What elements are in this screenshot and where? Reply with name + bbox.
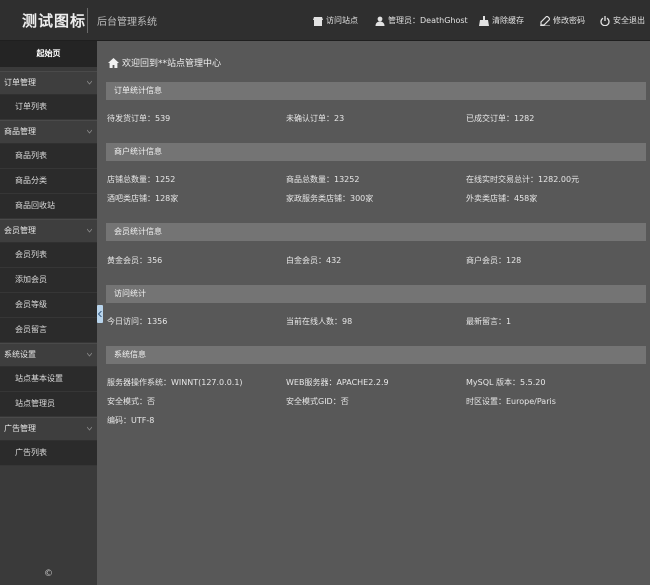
visit-site-label: 访问站点 [326,16,358,25]
stat-platinum-members: 白金会员：432 [286,256,342,265]
stat-latest-messages: 最新留言：1 [466,317,512,326]
power-icon [600,15,610,26]
system-subtitle: 后台管理系统 [97,17,157,28]
change-password-label: 修改密码 [553,16,585,25]
info-safe-mode: 安全模式：否 [107,397,155,406]
stat-gold-members: 黄金会员：356 [107,256,163,265]
sidebar-item-member-level[interactable]: 会员等级 [0,293,97,318]
info-encoding: 编码：UTF-8 [107,416,155,425]
sidebar-group-label: 会员管理 [4,226,36,235]
chevron-icon [87,80,92,85]
welcome-text: 欢迎回到**站点管理中心 [122,59,222,69]
info-mysql-version: MySQL 版本：5.5.20 [466,378,546,387]
sidebar-group-label: 商品管理 [4,127,36,136]
welcome-heading: 欢迎回到**站点管理中心 [108,56,221,69]
sidebar-item-order-list[interactable]: 订单列表 [0,95,97,120]
section-header-visits: 访问统计 [106,285,646,303]
sidebar-item-member-message[interactable]: 会员留言 [0,318,97,343]
stat-realtime-total: 在线实时交易总计：1282.00元 [466,175,580,184]
arrow-left-icon [98,311,102,317]
store-icon [313,16,323,26]
sidebar-group-label: 系统设置 [4,350,36,359]
admin-user-label: 管理员：DeathGhost [388,16,468,25]
sidebar-group-settings[interactable]: 系统设置 [0,343,97,367]
admin-user-link[interactable]: 管理员：DeathGhost [375,0,468,41]
stat-product-count: 商品总数量：13252 [286,175,360,184]
stat-takeout-shops: 外卖类店铺：458家 [466,194,538,203]
user-icon [375,16,385,26]
info-server-os: 服务器操作系统：WINNT(127.0.0.1) [107,378,243,387]
info-timezone: 时区设置：Europe/Paris [466,397,556,406]
change-password-link[interactable]: 修改密码 [540,0,585,41]
stat-bar-shops: 酒吧类店铺：128家 [107,194,179,203]
sidebar-group-members[interactable]: 会员管理 [0,219,97,243]
sidebar-item-product-category[interactable]: 商品分类 [0,169,97,194]
copyright: © [44,569,53,579]
chevron-icon [87,426,92,431]
home-icon [108,57,119,68]
sidebar-item-product-recycle[interactable]: 商品回收站 [0,194,97,219]
logout-button[interactable]: 安全退出 [600,0,645,41]
visit-site-link[interactable]: 访问站点 [313,0,358,41]
stat-today-visits: 今日访问：1356 [107,317,168,326]
sidebar-item-add-member[interactable]: 添加会员 [0,268,97,293]
stat-shop-count: 店铺总数量：1252 [107,175,176,184]
stat-unconfirmed-orders: 未确认订单：23 [286,114,345,123]
info-safe-mode-gid: 安全模式GID：否 [286,397,349,406]
sidebar-item-member-list[interactable]: 会员列表 [0,243,97,268]
sidebar-group-products[interactable]: 商品管理 [0,120,97,144]
sidebar-item-site-settings[interactable]: 站点基本设置 [0,367,97,392]
logout-label: 安全退出 [613,16,645,25]
sidebar-group-ads[interactable]: 广告管理 [0,417,97,441]
top-header: 测试图标 后台管理系统 访问站点 管理员：DeathGhost 清除缓存 修改密… [0,0,650,41]
sidebar-item-site-admins[interactable]: 站点管理员 [0,392,97,417]
logo-divider [87,8,88,33]
section-header-system: 系统信息 [106,346,646,364]
sidebar-item-ad-list[interactable]: 广告列表 [0,441,97,466]
stat-pending-orders: 待发货订单：539 [107,114,171,123]
sidebar-item-product-list[interactable]: 商品列表 [0,144,97,169]
section-header-members: 会员统计信息 [106,223,646,241]
stat-completed-orders: 已成交订单：1282 [466,114,535,123]
sidebar-home[interactable]: 起始页 [0,41,97,67]
chevron-icon [87,129,92,134]
clear-cache-label: 清除缓存 [492,16,524,25]
logo[interactable]: 测试图标 [22,10,86,31]
info-web-server: WEB服务器：APACHE2.2.9 [286,378,389,387]
chevron-icon [87,228,92,233]
sidebar: 起始页 订单管理 订单列表 商品管理 商品列表 商品分类 商品回收站 会员管理 … [0,41,97,585]
stat-online-users: 当前在线人数：98 [286,317,353,326]
section-header-orders: 订单统计信息 [106,82,646,100]
pencil-icon [540,15,550,26]
stat-merchant-members: 商户会员：128 [466,256,522,265]
sidebar-toggle-button[interactable] [97,305,103,323]
sidebar-group-orders[interactable]: 订单管理 [0,71,97,95]
clear-cache-button[interactable]: 清除缓存 [479,0,524,41]
sidebar-group-label: 广告管理 [4,424,36,433]
chevron-icon [87,352,92,357]
stat-housekeeping-shops: 家政服务类店铺：300家 [286,194,374,203]
section-header-merchants: 商户统计信息 [106,143,646,161]
broom-icon [479,15,489,26]
sidebar-group-label: 订单管理 [4,78,36,87]
